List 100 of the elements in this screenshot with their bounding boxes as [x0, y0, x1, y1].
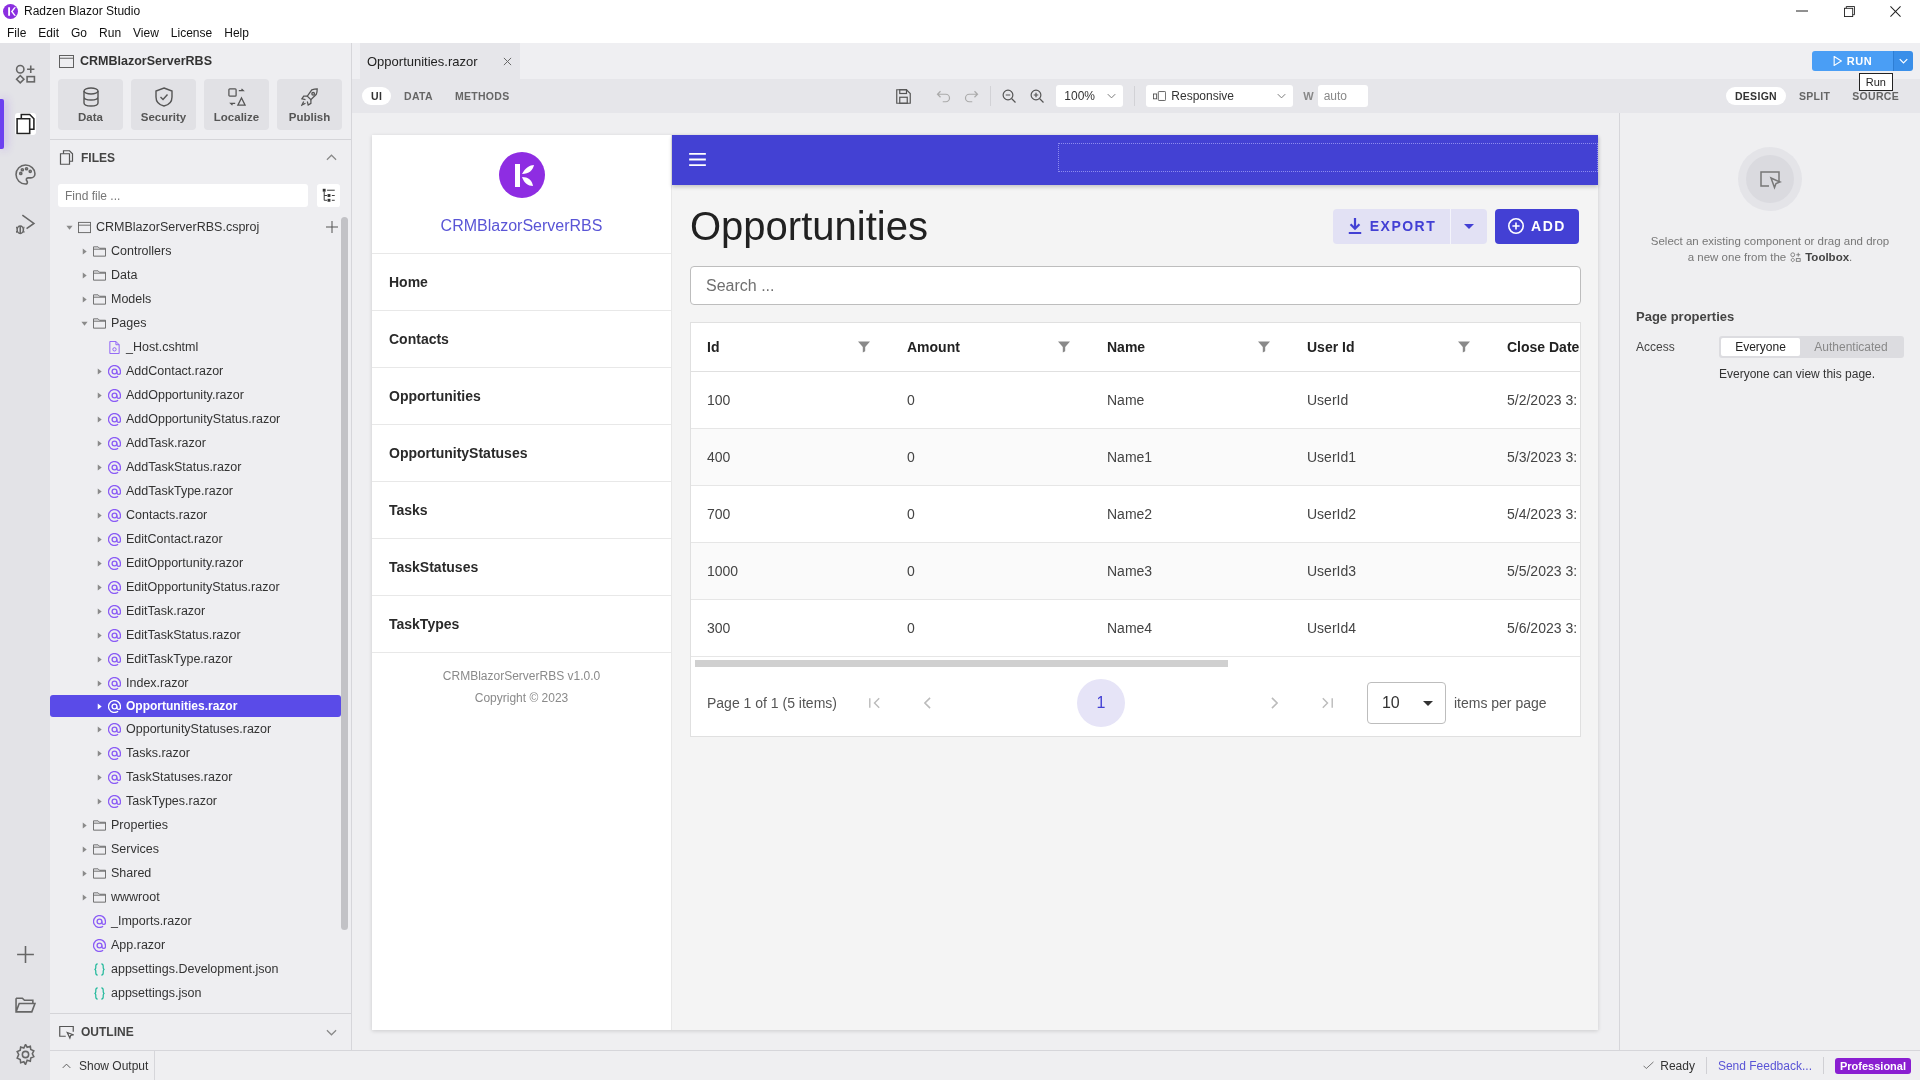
tree-item[interactable]: AddTaskStatus.razor: [50, 455, 341, 479]
tree-item[interactable]: EditOpportunityStatus.razor: [50, 575, 341, 599]
tree-item[interactable]: wwwroot: [50, 885, 341, 909]
run-options-button[interactable]: [1893, 51, 1913, 71]
tree-item[interactable]: Shared: [50, 861, 341, 885]
tree-item[interactable]: Contacts.razor: [50, 503, 341, 527]
data-button[interactable]: Data: [58, 79, 123, 130]
zoom-dropdown[interactable]: 100%: [1056, 85, 1124, 107]
caret-icon[interactable]: [95, 439, 103, 447]
caret-icon[interactable]: [95, 535, 103, 543]
caret-icon[interactable]: [80, 821, 88, 829]
caret-icon[interactable]: [95, 511, 103, 519]
mode-tab[interactable]: UI: [362, 87, 392, 105]
tree-item[interactable]: App.razor: [50, 933, 341, 957]
caret-icon[interactable]: [80, 869, 88, 877]
column-header[interactable]: Close Date: [1491, 323, 1580, 371]
caret-icon[interactable]: [95, 725, 103, 733]
caret-icon[interactable]: [95, 773, 103, 781]
tree-item[interactable]: _Host.cshtml: [50, 335, 341, 359]
caret-icon[interactable]: [65, 223, 73, 231]
tree-item[interactable]: AddTask.razor: [50, 431, 341, 455]
caret-icon[interactable]: [95, 679, 103, 687]
menu-item[interactable]: Help: [218, 25, 255, 40]
view-tab[interactable]: DESIGN: [1725, 87, 1786, 105]
chevron-up-icon[interactable]: [326, 154, 337, 161]
last-page-icon[interactable]: [1321, 697, 1333, 709]
palette-icon[interactable]: [14, 163, 36, 185]
caret-icon[interactable]: [95, 583, 103, 591]
settings-icon[interactable]: [14, 1043, 36, 1065]
filter-icon[interactable]: [1458, 341, 1470, 353]
view-tab[interactable]: SPLIT: [1790, 87, 1840, 105]
close-icon[interactable]: [1890, 5, 1901, 17]
toolbox-icon[interactable]: [14, 63, 36, 85]
add-button[interactable]: ADD: [1495, 208, 1579, 244]
feedback-link[interactable]: Send Feedback...: [1717, 1058, 1812, 1073]
scrollbar-thumb[interactable]: [341, 217, 348, 930]
device-dropdown[interactable]: Responsive: [1146, 85, 1294, 107]
filter-icon[interactable]: [858, 341, 870, 353]
caret-icon[interactable]: [95, 487, 103, 495]
export-button[interactable]: EXPORT: [1333, 208, 1450, 244]
page-number-button[interactable]: 1: [1076, 679, 1125, 727]
tree-item[interactable]: appsettings.Development.json: [50, 957, 341, 981]
nav-link[interactable]: OpportunityStatuses: [372, 425, 671, 482]
first-page-icon[interactable]: [868, 697, 880, 709]
editor-tab[interactable]: Opportunities.razor: [360, 43, 520, 79]
caret-icon[interactable]: [80, 845, 88, 853]
menu-item[interactable]: Go: [65, 25, 94, 40]
tree-item[interactable]: appsettings.json: [50, 981, 341, 1005]
add-icon[interactable]: [14, 943, 36, 965]
page-size-dropdown[interactable]: 10: [1366, 682, 1446, 724]
export-options-button[interactable]: [1450, 208, 1487, 244]
width-field[interactable]: auto: [1317, 85, 1368, 107]
nav-link[interactable]: TaskTypes: [372, 596, 671, 653]
caret-icon[interactable]: [95, 607, 103, 615]
nav-link[interactable]: Contacts: [372, 311, 671, 368]
filter-icon[interactable]: [1258, 341, 1270, 353]
mode-tab[interactable]: METHODS: [445, 87, 519, 105]
mode-tab[interactable]: DATA: [395, 87, 442, 105]
menu-item[interactable]: View: [127, 25, 165, 40]
zoom-in-icon[interactable]: [1030, 88, 1046, 104]
tree-item[interactable]: Opportunities.razor: [50, 695, 341, 717]
tree-item[interactable]: Data: [50, 263, 341, 287]
tree-item[interactable]: Services: [50, 837, 341, 861]
find-file-field[interactable]: Find file ...: [58, 184, 308, 207]
tree-item[interactable]: Models: [50, 287, 341, 311]
redo-icon[interactable]: [964, 88, 980, 104]
tree-item[interactable]: Pages: [50, 311, 341, 335]
nav-link[interactable]: Opportunities: [372, 368, 671, 425]
show-output-button[interactable]: Show Output: [50, 1051, 155, 1080]
column-header[interactable]: Name: [1091, 323, 1291, 371]
chevron-down-icon[interactable]: [326, 1028, 337, 1036]
search-field[interactable]: Search ...: [690, 266, 1581, 305]
tree-item[interactable]: Tasks.razor: [50, 741, 341, 765]
tree-item[interactable]: EditContact.razor: [50, 527, 341, 551]
caret-icon[interactable]: [95, 559, 103, 567]
brand-name[interactable]: CRMBlazorServerRBS: [440, 216, 603, 236]
caret-icon[interactable]: [80, 319, 88, 327]
add-icon[interactable]: [326, 221, 338, 233]
menu-item[interactable]: Run: [93, 25, 128, 40]
caret-icon[interactable]: [95, 631, 103, 639]
tree-item[interactable]: EditTaskType.razor: [50, 647, 341, 671]
tree-item[interactable]: EditTaskStatus.razor: [50, 623, 341, 647]
menu-icon[interactable]: [689, 153, 706, 166]
column-header[interactable]: Id: [691, 323, 891, 371]
tree-item[interactable]: AddOpportunity.razor: [50, 383, 341, 407]
menu-item[interactable]: Edit: [32, 25, 66, 40]
files-icon[interactable]: [14, 113, 36, 135]
tree-item[interactable]: AddTaskType.razor: [50, 479, 341, 503]
menu-item[interactable]: License: [164, 25, 219, 40]
tree-item[interactable]: _Imports.razor: [50, 909, 341, 933]
caret-icon[interactable]: [95, 415, 103, 423]
caret-icon[interactable]: [95, 749, 103, 757]
tree-item[interactable]: OpportunityStatuses.razor: [50, 717, 341, 741]
column-header[interactable]: Amount: [891, 323, 1091, 371]
save-icon[interactable]: [896, 88, 912, 104]
caret-icon[interactable]: [95, 463, 103, 471]
caret-icon[interactable]: [80, 247, 88, 255]
tree-item[interactable]: EditOpportunity.razor: [50, 551, 341, 575]
previous-page-icon[interactable]: [923, 697, 931, 709]
tree-item[interactable]: Index.razor: [50, 671, 341, 695]
